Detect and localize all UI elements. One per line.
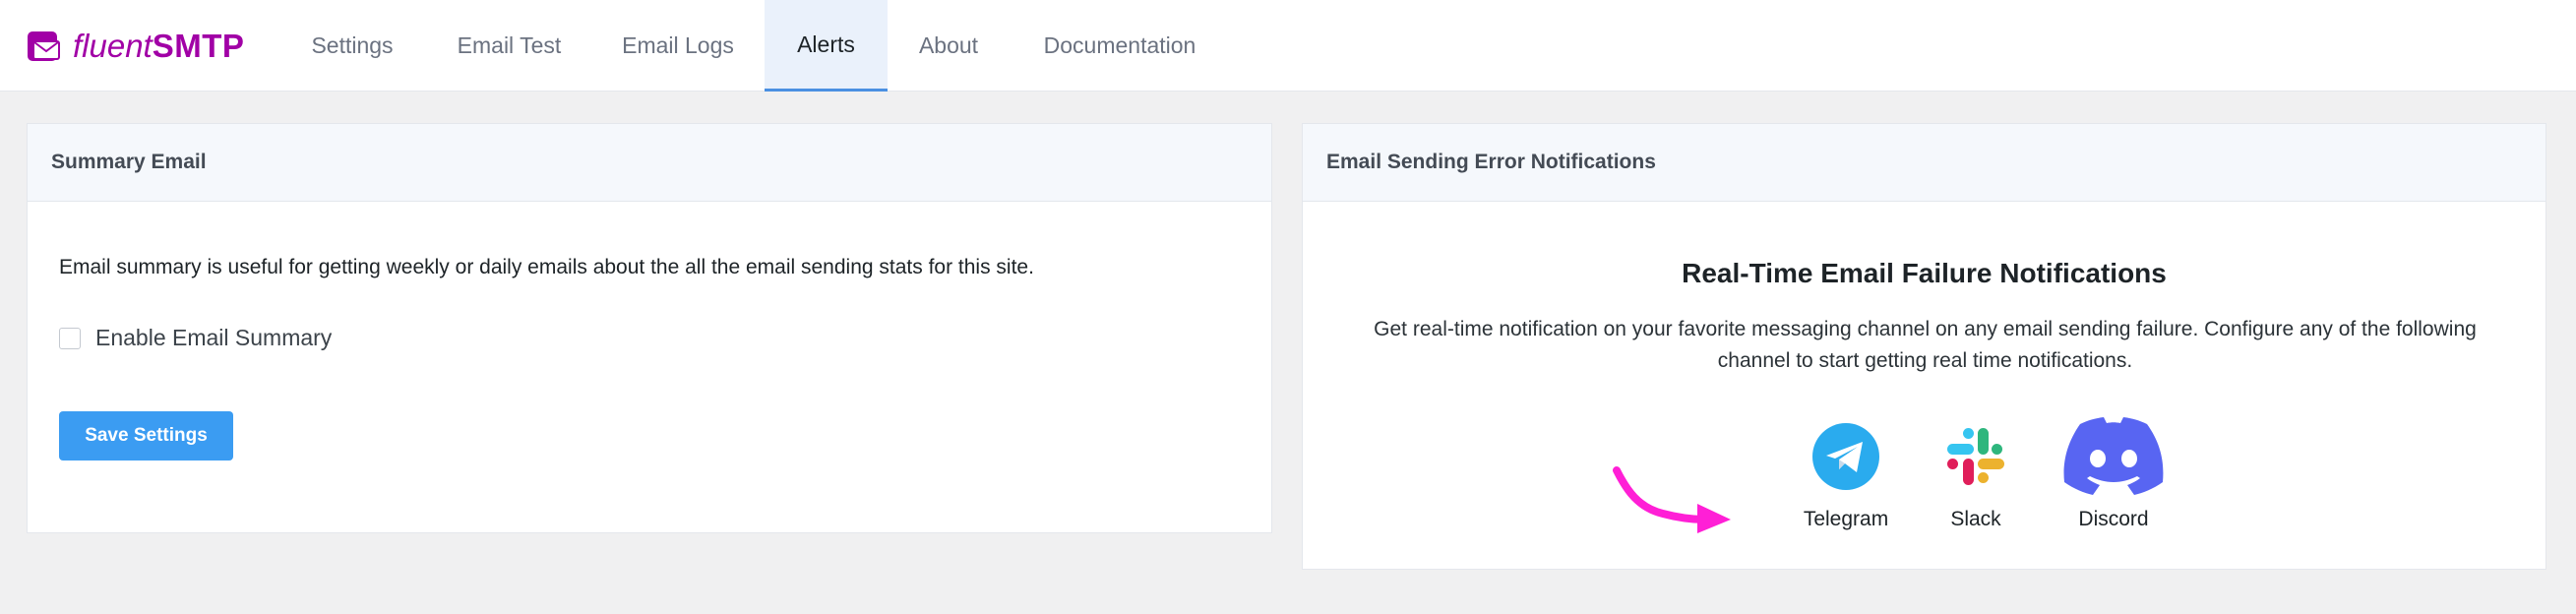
channel-discord[interactable]: Discord: [2055, 417, 2173, 531]
tab-email-logs[interactable]: Email Logs: [606, 0, 750, 92]
summary-email-title: Summary Email: [28, 124, 1271, 202]
slack-label[interactable]: Slack: [1950, 508, 2000, 531]
save-settings-button[interactable]: Save Settings: [59, 411, 233, 460]
summary-email-description: Email summary is useful for getting week…: [59, 256, 1034, 278]
fluentsmtp-logo[interactable]: fluentSMTP: [26, 26, 244, 67]
enable-email-summary-row[interactable]: Enable Email Summary: [59, 325, 332, 351]
tab-alerts[interactable]: Alerts: [765, 0, 888, 92]
brand-name-bold: SMTP: [152, 28, 245, 64]
annotation-arrow-icon: [1613, 466, 1731, 533]
channel-telegram[interactable]: Telegram: [1787, 422, 1905, 531]
enable-email-summary-checkbox[interactable]: [59, 327, 81, 349]
tab-email-test[interactable]: Email Test: [444, 0, 575, 92]
tab-settings[interactable]: Settings: [290, 0, 414, 92]
brand-name: fluentSMTP: [73, 26, 244, 67]
envelope-logo-icon: [28, 31, 60, 61]
discord-icon: [2063, 417, 2164, 495]
slack-icon: [1947, 428, 2004, 485]
error-notifications-title: Email Sending Error Notifications: [1303, 124, 2545, 202]
tab-documentation[interactable]: Documentation: [1025, 0, 1214, 92]
discord-label[interactable]: Discord: [2078, 508, 2148, 531]
tab-about[interactable]: About: [901, 0, 996, 92]
telegram-icon: [1812, 423, 1879, 490]
enable-email-summary-label[interactable]: Enable Email Summary: [95, 325, 332, 351]
error-notifications-panel: Email Sending Error Notifications Real-T…: [1302, 123, 2546, 570]
realtime-description: Get real-time notification on your favor…: [1374, 318, 2477, 372]
brand-name-italic: fluent: [73, 28, 153, 64]
top-navigation: fluentSMTP Settings Email Test Email Log…: [0, 0, 2576, 92]
telegram-label[interactable]: Telegram: [1804, 508, 1888, 531]
realtime-heading: Real-Time Email Failure Notifications: [1682, 258, 2167, 288]
summary-email-panel: Summary Email Email summary is useful fo…: [27, 123, 1272, 533]
channel-slack[interactable]: Slack: [1917, 422, 2035, 531]
